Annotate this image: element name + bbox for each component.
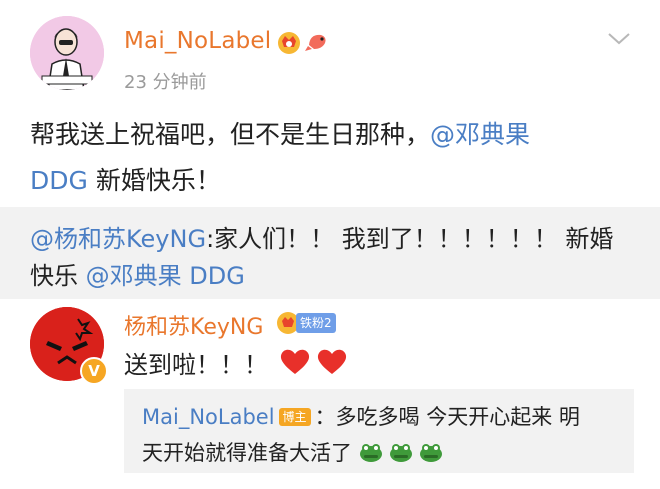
reply-line-1: Mai_NoLabel 博主 ：多吃多喝 今天开心起来 明 <box>142 401 580 431</box>
op-tag: 博主 <box>278 408 311 426</box>
post-time: 23 分钟前 <box>124 72 207 93</box>
post-text-main: 帮我送上祝福吧，但不是生日那种， <box>30 120 431 149</box>
repost-box[interactable]: @杨和苏KeyNG:家人们！！ 我到了！！！！！！ 新婚快乐 @邓典果 DDG <box>0 207 660 299</box>
frog-emoji-row <box>359 440 445 469</box>
crown-icon <box>278 32 300 54</box>
author-avatar-illustration <box>30 16 104 90</box>
heart-icon <box>280 349 347 374</box>
post-header: Mai_NoLabel 23 分钟前 <box>0 0 660 104</box>
repost-user-link[interactable]: @杨和苏KeyNG <box>30 225 206 253</box>
reply-author-link[interactable]: Mai_NoLabel <box>142 405 275 429</box>
shrimp-icon <box>305 34 326 51</box>
mention-link-continued[interactable]: DDG <box>30 166 88 195</box>
chevron-down-icon[interactable] <box>606 30 632 48</box>
fan-level-tag: 铁粉2 <box>296 313 336 333</box>
reply-box[interactable]: Mai_NoLabel 博主 ：多吃多喝 今天开心起来 明 天开始就得准备大活了 <box>124 389 634 473</box>
mention-link[interactable]: @邓典果 <box>430 120 530 149</box>
frog-emoji-icon <box>359 444 442 462</box>
reply-line-2: 天开始就得准备大活了 <box>142 437 445 469</box>
comment-text: 送到啦！！！ <box>124 351 268 379</box>
commenter-name[interactable]: 杨和苏KeyNG <box>124 309 263 341</box>
repost-text: @杨和苏KeyNG:家人们！！ 我到了！！！！！！ 新婚快乐 @邓典果 DDG <box>30 221 630 295</box>
reply-text-1: ：多吃多喝 今天开心起来 明 <box>314 405 580 429</box>
repost-mention-link[interactable]: @邓典果 DDG <box>86 262 245 290</box>
post-text: 帮我送上祝福吧，但不是生日那种，@邓典果 DDG 新婚快乐！ <box>30 112 630 204</box>
author-name[interactable]: Mai_NoLabel <box>124 28 271 54</box>
post-text-end: 新婚快乐！ <box>87 166 221 195</box>
verified-badge: V <box>80 357 108 385</box>
reply-text-2: 天开始就得准备大活了 <box>142 441 352 465</box>
comment-item: V 杨和苏KeyNG 铁粉2 送到啦！！！ Mai_NoLabel 博主 ：多吃多喝… <box>0 299 660 489</box>
author-avatar[interactable] <box>30 16 104 90</box>
